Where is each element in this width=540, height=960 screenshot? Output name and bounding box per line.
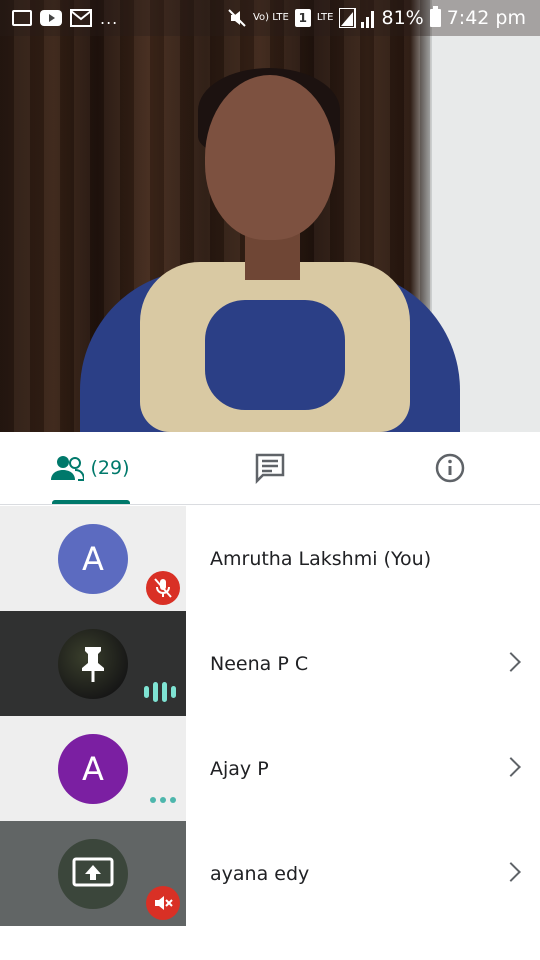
main-video-feed[interactable]: [0, 0, 540, 432]
participant-name: ayana edy: [210, 862, 310, 885]
meeting-tabs: (29): [0, 432, 540, 505]
participant-tile: A: [0, 506, 186, 611]
speaker-top: [205, 300, 345, 410]
idle-indicator: [150, 797, 176, 803]
battery-percent: 81%: [381, 7, 424, 29]
participant-name: Neena P C: [210, 652, 309, 675]
youtube-icon: [40, 10, 62, 26]
avatar: [58, 628, 128, 699]
people-count: (29): [90, 457, 130, 479]
avatar: [58, 838, 128, 909]
sim-indicator: 1: [294, 9, 311, 27]
volte-indicator: Vo) LTE: [252, 12, 289, 23]
participant-name: Ajay P: [210, 757, 269, 780]
speaker-muted-badge: [146, 886, 180, 920]
gallery-icon: [12, 10, 32, 26]
info-icon: [435, 453, 465, 483]
status-bar: ... Vo) LTE 1 LTE 81% 7:42 pm: [0, 0, 540, 36]
avatar: A: [58, 733, 128, 804]
more-notifications: ...: [100, 8, 119, 28]
participant-row[interactable]: A Ajay P: [0, 716, 540, 821]
tab-chat[interactable]: [180, 432, 360, 504]
participant-tile: A: [0, 716, 186, 821]
active-tab-indicator: [52, 500, 130, 504]
participant-name: Amrutha Lakshmi (You): [210, 547, 432, 570]
participant-tile: [0, 611, 186, 716]
participant-list: A Amrutha Lakshmi (You) Neena P C A Ajay…: [0, 506, 540, 926]
mic-muted-badge: [146, 571, 180, 605]
speaking-indicator: [144, 682, 176, 702]
volume-off-icon: [155, 896, 173, 910]
participant-row[interactable]: Neena P C: [0, 611, 540, 716]
chat-icon: [255, 453, 285, 484]
present-screen-icon: [72, 857, 114, 886]
mic-off-icon: [154, 578, 172, 598]
speaker-face: [205, 75, 335, 240]
participant-row[interactable]: A Amrutha Lakshmi (You): [0, 506, 540, 611]
gmail-icon: [70, 9, 92, 27]
participant-row[interactable]: ayana edy: [0, 821, 540, 926]
signal-icon: [339, 8, 375, 28]
mute-notification-icon: [228, 9, 246, 27]
tab-info[interactable]: [360, 432, 540, 504]
pin-icon: [82, 646, 104, 682]
clock: 7:42 pm: [446, 7, 526, 29]
lte-indicator: LTE: [316, 12, 334, 23]
tab-people[interactable]: (29): [0, 432, 180, 504]
participant-tile: [0, 821, 186, 926]
avatar: A: [58, 523, 128, 594]
people-icon: [51, 456, 85, 481]
battery-icon: [429, 6, 441, 27]
